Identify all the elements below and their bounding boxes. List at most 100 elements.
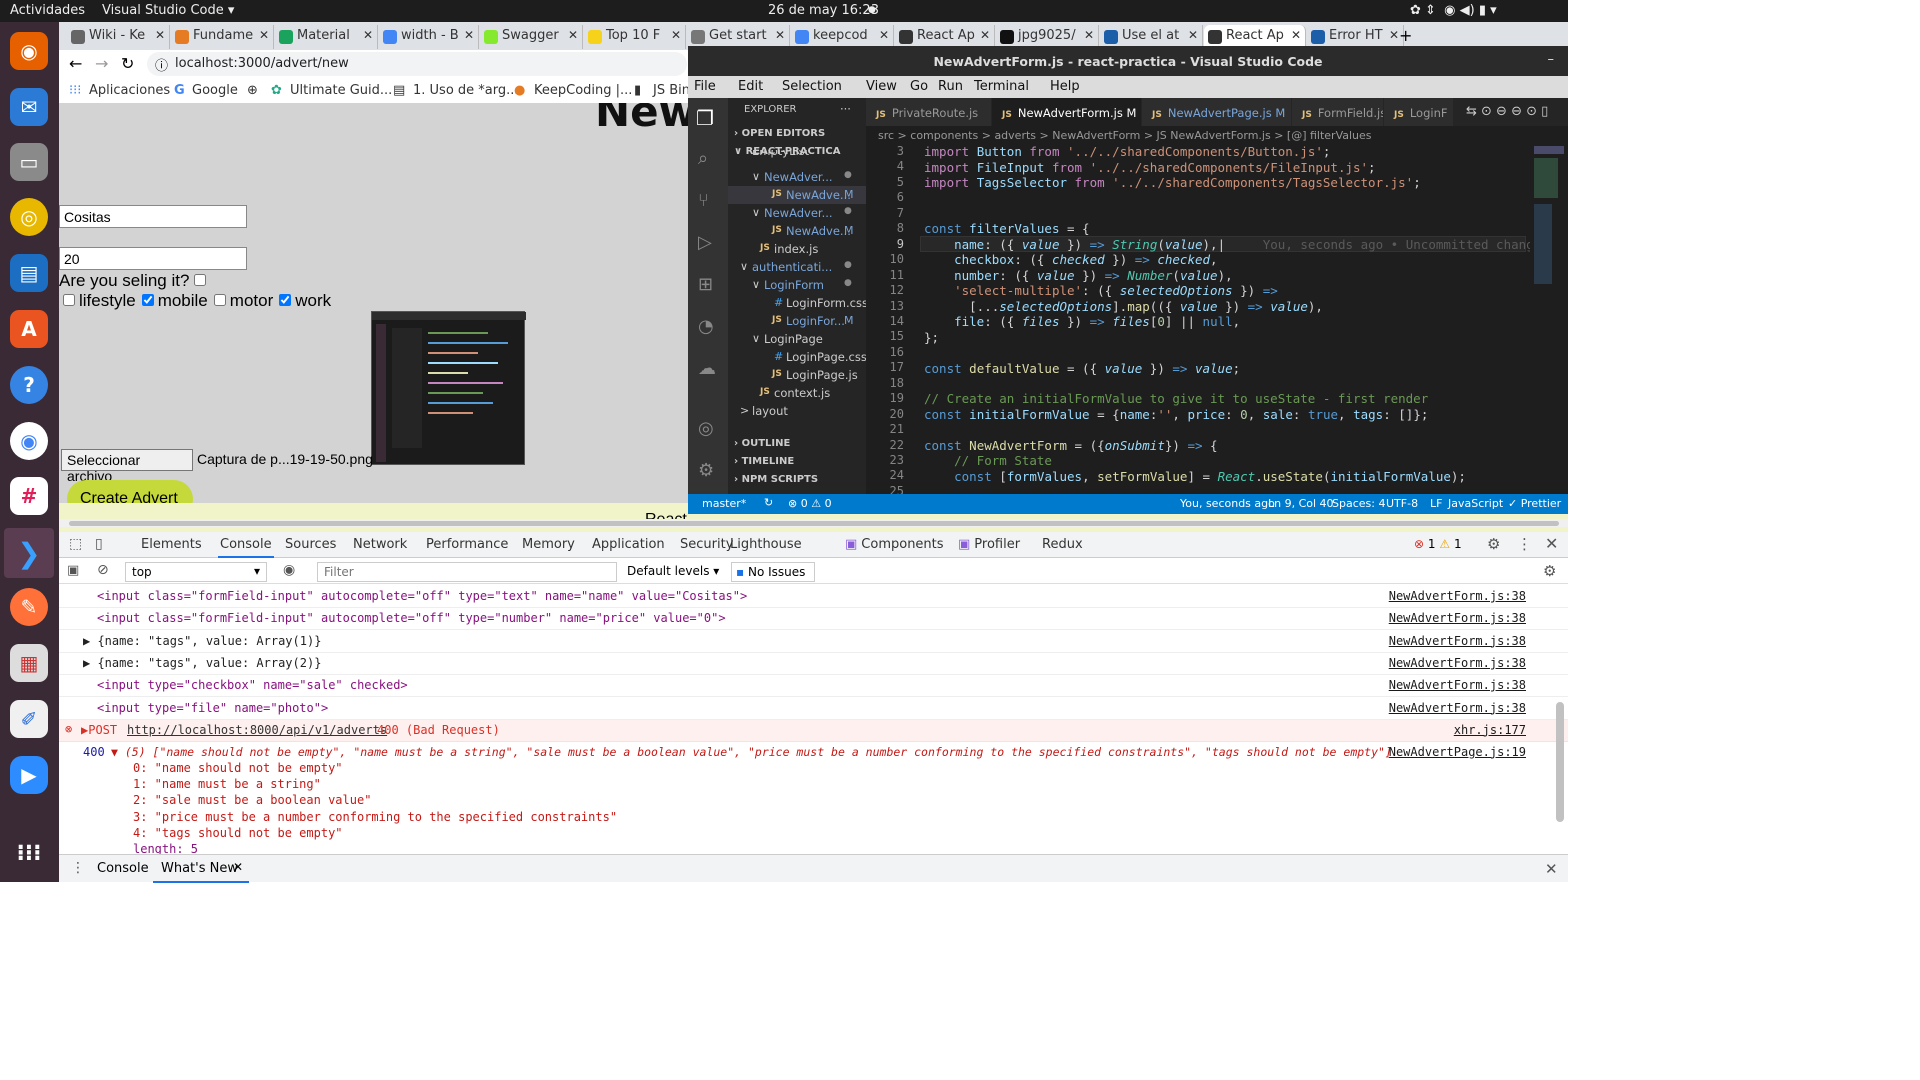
error-url[interactable]: http://localhost:8000/api/v1/adverts bbox=[127, 723, 387, 737]
editor-tab[interactable]: JS LoginF bbox=[1384, 98, 1454, 126]
cursor-position[interactable]: Ln 9, Col 40 bbox=[1268, 497, 1334, 510]
menu-run[interactable]: Run bbox=[938, 79, 963, 94]
device-toolbar-icon[interactable]: ▯ bbox=[95, 536, 103, 552]
indent-status[interactable]: Spaces: 4 bbox=[1332, 497, 1385, 510]
console-scrollbar[interactable] bbox=[1556, 702, 1564, 822]
tray-icons[interactable]: ✿ ⇕ ◉ ◀) ▮ ▾ bbox=[1410, 3, 1497, 18]
choose-file-button[interactable]: Seleccionar archivo bbox=[61, 449, 193, 484]
rhythmbox-icon[interactable]: ◎ bbox=[10, 198, 48, 236]
devtools-close-icon[interactable]: ✕ bbox=[1545, 534, 1558, 553]
sidebar-toggle-icon[interactable]: ▣ bbox=[67, 563, 79, 578]
bookmark-apps[interactable]: Aplicaciones bbox=[89, 83, 170, 98]
menu-go[interactable]: Go bbox=[910, 79, 928, 94]
encoding-status[interactable]: UTF-8 bbox=[1386, 497, 1418, 510]
array-source[interactable]: NewAdvertPage.js:19 bbox=[1389, 745, 1526, 759]
tag-checkbox-work[interactable] bbox=[279, 294, 292, 306]
postman-icon[interactable]: ✎ bbox=[10, 588, 48, 626]
forward-icon[interactable]: → bbox=[95, 54, 108, 73]
editor-breadcrumb[interactable]: src > components > adverts > NewAdvertFo… bbox=[866, 126, 1568, 144]
editor-tab[interactable]: JS FormField.js bbox=[1292, 98, 1384, 126]
help-icon[interactable]: ? bbox=[10, 366, 48, 404]
live-expression-icon[interactable]: ◉ bbox=[283, 562, 295, 578]
tab-close-icon[interactable]: ✕ bbox=[671, 28, 681, 42]
devtools-tab-sources[interactable]: Sources bbox=[285, 532, 336, 558]
more-icon[interactable]: ··· bbox=[840, 102, 851, 116]
chrome-icon[interactable]: ◉ bbox=[10, 422, 48, 460]
context-select[interactable]: top ▾ bbox=[125, 562, 267, 582]
menu-file[interactable]: File bbox=[694, 79, 716, 94]
tab-close-icon[interactable]: ✕ bbox=[1188, 28, 1198, 42]
tag-checkbox-lifestyle[interactable] bbox=[63, 294, 75, 306]
horizontal-scrollbar[interactable] bbox=[59, 519, 1568, 527]
devtools-menu-icon[interactable]: ⋮ bbox=[1517, 535, 1532, 553]
console-log-source[interactable]: NewAdvertForm.js:38 bbox=[1389, 701, 1526, 715]
thunderbird-icon[interactable]: ✉ bbox=[10, 88, 48, 126]
tab-close-icon[interactable]: ✕ bbox=[259, 28, 269, 42]
inspect-icon[interactable]: ⬚ bbox=[69, 536, 82, 552]
bookmark-jsbin[interactable]: JS Bin bbox=[653, 83, 690, 98]
explorer-icon[interactable]: ❐ bbox=[696, 106, 714, 130]
console-log-source[interactable]: NewAdvertForm.js:38 bbox=[1389, 678, 1526, 692]
document-viewer-icon[interactable]: ▦ bbox=[10, 644, 48, 682]
drawer-close-icon[interactable]: ✕ bbox=[1545, 860, 1558, 878]
tab-close-icon[interactable]: ✕ bbox=[1389, 28, 1399, 42]
activities-button[interactable]: Actividades bbox=[10, 3, 85, 18]
editor-tab[interactable]: JS NewAdvertPage.js M bbox=[1142, 98, 1292, 126]
console-log-source[interactable]: NewAdvertForm.js:38 bbox=[1389, 656, 1526, 670]
url-text[interactable]: localhost:3000/advert/new bbox=[175, 56, 349, 71]
browser-tab[interactable]: Wiki - Ke ✕ bbox=[67, 25, 170, 49]
browser-tab[interactable]: Top 10 F ✕ bbox=[584, 25, 686, 49]
menu-edit[interactable]: Edit bbox=[738, 79, 763, 94]
price-input[interactable] bbox=[59, 247, 247, 270]
devtools-tab-redux[interactable]: Redux bbox=[1042, 532, 1083, 558]
console-log-source[interactable]: NewAdvertForm.js:38 bbox=[1389, 589, 1526, 603]
minimize-icon[interactable]: – bbox=[1548, 52, 1555, 67]
tab-close-icon[interactable]: ✕ bbox=[363, 28, 373, 42]
clear-console-icon[interactable]: ⊘ bbox=[97, 562, 109, 578]
language-status[interactable]: JavaScript bbox=[1448, 497, 1503, 510]
devtools-settings-icon[interactable]: ⚙ bbox=[1487, 535, 1500, 553]
clock[interactable]: 26 de may 16:23 bbox=[768, 3, 879, 18]
firefox-icon[interactable]: ◉ bbox=[10, 32, 48, 70]
eol-status[interactable]: LF bbox=[1430, 497, 1442, 510]
blame-status[interactable]: You, seconds ago bbox=[1180, 497, 1275, 510]
drawer-tab-console[interactable]: Console bbox=[97, 861, 149, 876]
menu-selection[interactable]: Selection bbox=[782, 79, 842, 94]
console-log-source[interactable]: NewAdvertForm.js:38 bbox=[1389, 611, 1526, 625]
reload-icon[interactable]: ↻ bbox=[121, 54, 134, 73]
browser-tab[interactable]: Swagger ✕ bbox=[480, 25, 583, 49]
apps-icon[interactable]: ⁝⁝⁝ bbox=[69, 83, 81, 98]
sale-checkbox[interactable] bbox=[194, 274, 207, 286]
editor-actions-icons[interactable]: ⇆ ⊙ ⊖ ⊖ ⊙ ▯ bbox=[1466, 104, 1548, 119]
devtools-tab-application[interactable]: Application bbox=[592, 532, 665, 558]
devtools-tab-memory[interactable]: Memory bbox=[522, 532, 575, 558]
bookmark-keepcoding[interactable]: KeepCoding |... bbox=[534, 83, 632, 98]
editor-tab[interactable]: JSNewAdvertForm.js M✕ bbox=[992, 98, 1142, 126]
app-menu[interactable]: Visual Studio Code ▾ bbox=[102, 3, 234, 18]
bookmark-uso[interactable]: 1. Uso de *arg... bbox=[413, 83, 519, 98]
console-settings-icon[interactable]: ⚙ bbox=[1543, 562, 1556, 580]
log-levels-select[interactable]: Default levels ▾ bbox=[627, 564, 719, 578]
branch-status[interactable]: master* bbox=[702, 497, 746, 510]
no-issues-button[interactable]: ▪ No Issues bbox=[731, 562, 815, 582]
tab-close-icon[interactable]: ✕ bbox=[775, 28, 785, 42]
back-icon[interactable]: ← bbox=[69, 54, 82, 73]
files-icon[interactable]: ▭ bbox=[10, 143, 48, 181]
drawer-tab-whatsnew[interactable]: What's New ✕ bbox=[153, 855, 249, 883]
browser-tab[interactable]: Material ✕ bbox=[275, 25, 378, 49]
libreoffice-writer-icon[interactable]: ▤ bbox=[10, 254, 48, 292]
devtools-tab-lighthouse[interactable]: Lighthouse bbox=[730, 532, 802, 558]
zoom-icon[interactable]: ▶ bbox=[10, 756, 48, 794]
show-apps-icon[interactable]: ⁝⁝⁝ bbox=[10, 834, 48, 872]
code-editor[interactable]: 3 4 5 6 7 8 9 10 11 12 13 14 15 16 17 18 19 20 21 22 23 24 25 … bbox=[688, 144, 1568, 494]
console-log-source[interactable]: NewAdvertForm.js:38 bbox=[1389, 634, 1526, 648]
issues-counter[interactable]: ⊗ 1 ⚠ 1 bbox=[1414, 537, 1462, 551]
devtools-tab-console[interactable]: Console bbox=[218, 532, 274, 558]
new-tab-icon[interactable]: + bbox=[1399, 26, 1412, 45]
text-editor-icon[interactable]: ✐ bbox=[10, 700, 48, 738]
prettier-status[interactable]: ✓ Prettier bbox=[1508, 497, 1561, 510]
devtools-tab-performance[interactable]: Performance bbox=[426, 532, 508, 558]
tag-checkbox-motor[interactable] bbox=[213, 294, 226, 306]
vscode-icon[interactable]: ❯ bbox=[4, 528, 54, 578]
bookmark-ultimate[interactable]: Ultimate Guid... bbox=[290, 83, 392, 98]
